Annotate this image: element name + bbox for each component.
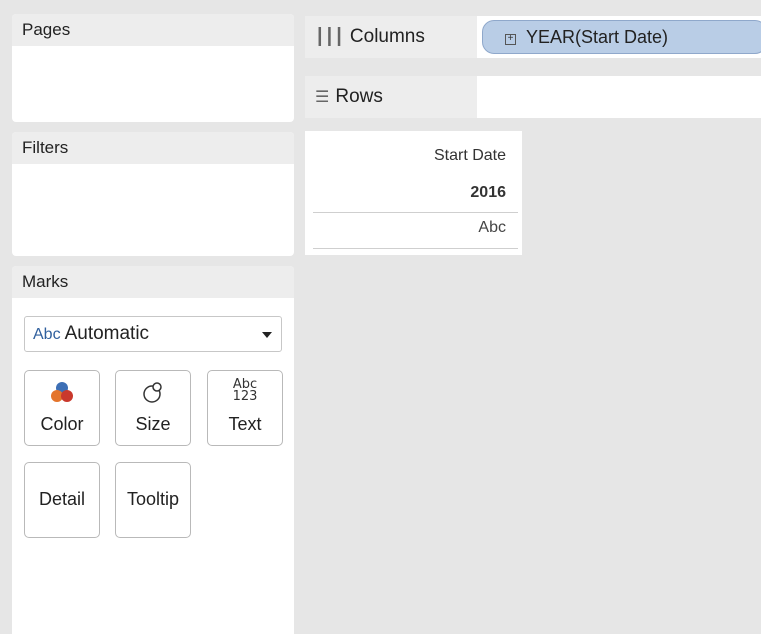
color-label: Color: [40, 414, 84, 434]
mark-type-value: Automatic: [64, 323, 150, 344]
size-button[interactable]: Size: [115, 370, 191, 446]
columns-shelf[interactable]: ┃┃┃ Columns + YEAR(Start Date): [305, 16, 761, 58]
start-date-header[interactable]: Start Date: [434, 147, 506, 165]
marks-title: Marks: [12, 266, 294, 298]
text-icon: Abc 123: [208, 378, 282, 407]
rows-shelf[interactable]: ☰ Rows: [305, 76, 761, 118]
rows-shelf-label: ☰ Rows: [305, 76, 477, 118]
pages-panel[interactable]: Pages: [12, 14, 294, 122]
columns-label: Columns: [349, 26, 425, 47]
marks-panel: Marks AbcAutomatic Color Size Abc 123 T: [12, 266, 294, 634]
text-mark-cell[interactable]: Abc: [478, 219, 506, 237]
rows-icon: ☰: [315, 89, 330, 106]
mark-type-dropdown[interactable]: Abc Automatic: [24, 316, 282, 352]
year-header-2016[interactable]: 2016: [470, 184, 506, 202]
size-label: Size: [135, 414, 171, 434]
chevron-down-icon: [262, 332, 272, 338]
row-divider: [313, 212, 518, 213]
detail-label: Detail: [38, 489, 86, 509]
year-start-date-pill[interactable]: + YEAR(Start Date): [482, 20, 761, 54]
filters-title: Filters: [12, 132, 294, 164]
pill-label: YEAR(Start Date): [526, 27, 669, 47]
color-button[interactable]: Color: [24, 370, 100, 446]
view-table: Start Date 2016 Abc: [305, 131, 522, 255]
text-icon-123: 123: [232, 389, 258, 404]
pages-title: Pages: [12, 14, 294, 46]
text-button[interactable]: Abc 123 Text: [207, 370, 283, 446]
text-label: Text: [228, 414, 262, 434]
color-icon: [25, 379, 99, 407]
filters-panel[interactable]: Filters: [12, 132, 294, 256]
detail-button[interactable]: Detail: [24, 462, 100, 538]
rows-label: Rows: [335, 86, 383, 107]
abc-icon: Abc: [33, 326, 61, 343]
tooltip-button[interactable]: Tooltip: [115, 462, 191, 538]
columns-icon: ┃┃┃: [315, 29, 344, 46]
columns-shelf-label: ┃┃┃ Columns: [305, 16, 477, 58]
tooltip-label: Tooltip: [126, 489, 180, 509]
expand-plus-icon[interactable]: +: [505, 34, 516, 45]
size-icon: [116, 379, 190, 407]
row-divider: [313, 248, 518, 249]
